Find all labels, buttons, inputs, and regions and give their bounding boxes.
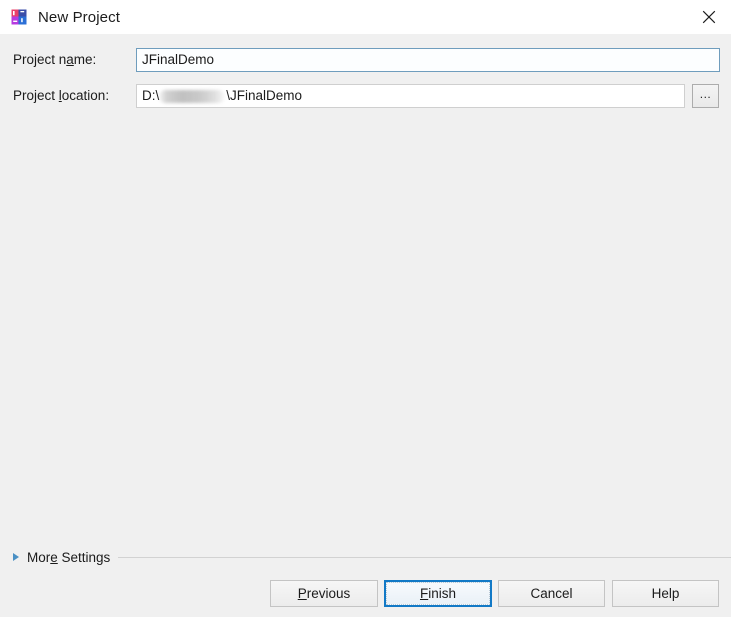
redacted-path-blur [159, 90, 226, 104]
help-button[interactable]: Help [612, 580, 719, 607]
label-part-after: Settings [57, 549, 111, 565]
button-label: Finish [420, 586, 456, 601]
finish-button[interactable]: Finish [384, 580, 492, 607]
label-part-before: Project n [13, 52, 67, 67]
button-label: Help [651, 586, 680, 601]
project-location-input[interactable]: D:\ \JFinalDemo [136, 84, 685, 108]
label-part-after: ocation: [61, 88, 110, 103]
project-name-row: Project name: JFinalDemo [0, 48, 731, 72]
project-name-label: Project name: [13, 48, 96, 72]
project-name-value: JFinalDemo [142, 52, 215, 67]
cancel-button[interactable]: Cancel [498, 580, 605, 607]
close-icon[interactable] [686, 0, 731, 33]
button-label: Previous [298, 586, 351, 601]
dialog-content: Project name: JFinalDemo Project locatio… [0, 34, 731, 617]
label-part-after: revious [306, 586, 351, 601]
finish-button-inner: Finish [386, 582, 490, 605]
project-location-value-prefix: D:\ [142, 88, 160, 103]
label-part-before: Project [13, 88, 59, 103]
more-settings-expander[interactable]: More Settings [0, 547, 731, 567]
project-location-value-suffix: \JFinalDemo [226, 88, 303, 103]
browse-button[interactable]: ... [692, 84, 719, 108]
title-bar: New Project [0, 0, 731, 34]
label-part-after: inish [428, 586, 456, 601]
more-settings-label: More Settings [27, 550, 110, 565]
triangle-right-icon [13, 553, 19, 561]
window-title: New Project [38, 8, 120, 26]
ellipsis-icon: ... [699, 86, 712, 101]
previous-button[interactable]: Previous [270, 580, 378, 607]
label-part-before: Mor [27, 549, 51, 565]
label-mnemonic: P [297, 586, 307, 601]
intellij-idea-icon [11, 9, 27, 25]
label-mnemonic: e [50, 549, 58, 565]
label-part-after: me: [73, 52, 97, 67]
horizontal-separator [118, 556, 731, 558]
project-location-row: Project location: D:\ \JFinalDemo ... [0, 84, 731, 108]
project-name-input[interactable]: JFinalDemo [136, 48, 720, 72]
dialog-button-bar: Previous Finish Cancel Help [0, 580, 731, 617]
button-label: Cancel [530, 586, 573, 601]
project-location-label: Project location: [13, 84, 109, 108]
label-mnemonic: a [66, 52, 74, 67]
label-mnemonic: F [419, 586, 429, 601]
